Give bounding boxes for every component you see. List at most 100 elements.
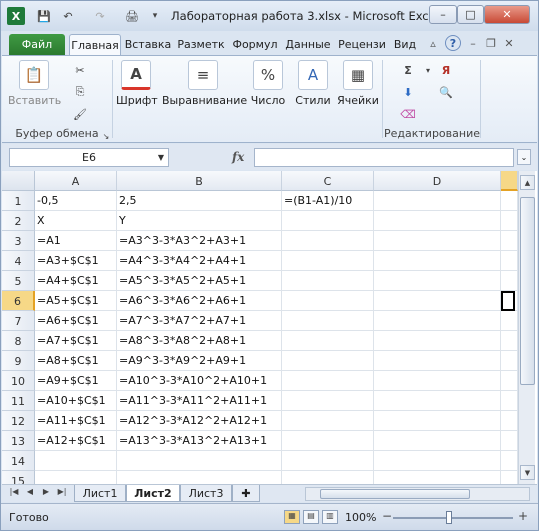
- row-header[interactable]: 9: [2, 351, 35, 371]
- cell-e14[interactable]: [501, 451, 518, 471]
- worksheet-grid[interactable]: A B C D 1 -0,5 2,5 =(B1-A1)/10 2 X Y 3 =A1 =A3^3-…: [2, 171, 537, 491]
- number-button[interactable]: % Число: [248, 60, 288, 107]
- cell-e9[interactable]: [501, 351, 518, 371]
- fill-icon[interactable]: ⬇: [400, 84, 416, 100]
- print-icon[interactable]: 🖨: [123, 7, 141, 25]
- insert-function-icon[interactable]: fx: [232, 150, 244, 164]
- row-header[interactable]: 13: [2, 431, 35, 451]
- column-header-d[interactable]: D: [374, 171, 501, 191]
- cell-b7[interactable]: =A7^3-3*A7^2+A7+1: [117, 311, 282, 331]
- cell-d2[interactable]: [374, 211, 501, 231]
- cell-d10[interactable]: [374, 371, 501, 391]
- cell-e3[interactable]: [501, 231, 518, 251]
- cell-e2[interactable]: [501, 211, 518, 231]
- cell-e4[interactable]: [501, 251, 518, 271]
- page-layout-view-icon[interactable]: ▤: [303, 510, 319, 524]
- tab-home[interactable]: Главная: [69, 34, 121, 55]
- cell-a3[interactable]: =A1: [35, 231, 117, 251]
- sheet-tab-2[interactable]: Лист2: [126, 485, 180, 502]
- cell-a13[interactable]: =A12+$C$1: [35, 431, 117, 451]
- name-box[interactable]: E6 ▼: [9, 148, 169, 167]
- row-header[interactable]: 6: [2, 291, 35, 311]
- vertical-scroll-thumb[interactable]: [520, 197, 535, 385]
- clear-icon[interactable]: ⌫: [400, 106, 416, 122]
- cell-d13[interactable]: [374, 431, 501, 451]
- cell-d5[interactable]: [374, 271, 501, 291]
- active-cell-e6[interactable]: [501, 291, 515, 311]
- row-header[interactable]: 11: [2, 391, 35, 411]
- cell-a2[interactable]: X: [35, 211, 117, 231]
- zoom-slider[interactable]: [393, 517, 513, 519]
- name-box-dropdown-icon[interactable]: ▼: [158, 153, 164, 162]
- zoom-slider-knob[interactable]: [446, 511, 452, 524]
- row-header[interactable]: 12: [2, 411, 35, 431]
- cell-a9[interactable]: =A8+$C$1: [35, 351, 117, 371]
- cell-d7[interactable]: [374, 311, 501, 331]
- maximize-button[interactable]: □: [457, 5, 484, 24]
- cell-d9[interactable]: [374, 351, 501, 371]
- sheet-tab-1[interactable]: Лист1: [74, 485, 126, 502]
- sheet-tab-3[interactable]: Лист3: [180, 485, 232, 502]
- cell-c9[interactable]: [282, 351, 374, 371]
- minimize-ribbon-icon[interactable]: ▵: [425, 35, 441, 51]
- first-sheet-icon[interactable]: |◀: [8, 487, 20, 500]
- cell-b10[interactable]: =A10^3-3*A10^2+A10+1: [117, 371, 282, 391]
- column-header-a[interactable]: A: [35, 171, 117, 191]
- cell-e12[interactable]: [501, 411, 518, 431]
- cell-d14[interactable]: [374, 451, 501, 471]
- cell-b4[interactable]: =A4^3-3*A4^2+A4+1: [117, 251, 282, 271]
- close-button[interactable]: ✕: [484, 5, 530, 24]
- cell-a5[interactable]: =A4+$C$1: [35, 271, 117, 291]
- last-sheet-icon[interactable]: ▶|: [56, 487, 68, 500]
- row-header[interactable]: 4: [2, 251, 35, 271]
- cell-b11[interactable]: =A11^3-3*A11^2+A11+1: [117, 391, 282, 411]
- scroll-up-icon[interactable]: ▲: [520, 175, 535, 190]
- cell-c4[interactable]: [282, 251, 374, 271]
- cell-b14[interactable]: [117, 451, 282, 471]
- cell-b12[interactable]: =A12^3-3*A12^2+A12+1: [117, 411, 282, 431]
- cell-d1[interactable]: [374, 191, 501, 211]
- cell-c5[interactable]: [282, 271, 374, 291]
- save-icon[interactable]: 💾: [35, 7, 53, 25]
- autosum-icon[interactable]: Σ: [400, 62, 416, 78]
- cell-e8[interactable]: [501, 331, 518, 351]
- next-sheet-icon[interactable]: ▶: [40, 487, 52, 500]
- cell-b3[interactable]: =A3^3-3*A3^2+A3+1: [117, 231, 282, 251]
- cell-c11[interactable]: [282, 391, 374, 411]
- zoom-level[interactable]: 100%: [345, 511, 376, 524]
- cell-a14[interactable]: [35, 451, 117, 471]
- minimize-button[interactable]: –: [429, 5, 457, 24]
- tab-view[interactable]: Вид: [391, 34, 419, 55]
- cell-d8[interactable]: [374, 331, 501, 351]
- workbook-restore-icon[interactable]: ❐: [483, 35, 499, 51]
- cells-button[interactable]: ▦ Ячейки: [336, 60, 380, 107]
- cell-c8[interactable]: [282, 331, 374, 351]
- alignment-button[interactable]: ≡ Выравнивание: [162, 60, 247, 107]
- autosum-dropdown-icon[interactable]: ▾: [420, 62, 436, 78]
- scroll-down-icon[interactable]: ▼: [520, 465, 535, 480]
- tab-insert[interactable]: Вставка: [123, 34, 173, 55]
- row-header[interactable]: 1: [2, 191, 35, 211]
- cell-a1[interactable]: -0,5: [35, 191, 117, 211]
- find-select-icon[interactable]: 🔍: [438, 84, 454, 100]
- tab-page-layout[interactable]: Разметк: [175, 34, 227, 55]
- cell-c1[interactable]: =(B1-A1)/10: [282, 191, 374, 211]
- cell-c7[interactable]: [282, 311, 374, 331]
- row-header[interactable]: 2: [2, 211, 35, 231]
- select-all-corner[interactable]: [2, 171, 35, 191]
- cell-d3[interactable]: [374, 231, 501, 251]
- page-break-view-icon[interactable]: ▥: [322, 510, 338, 524]
- row-header[interactable]: 7: [2, 311, 35, 331]
- cell-e5[interactable]: [501, 271, 518, 291]
- cell-a11[interactable]: =A10+$C$1: [35, 391, 117, 411]
- styles-button[interactable]: A Стили: [292, 60, 334, 107]
- expand-formula-bar-icon[interactable]: ⌄: [517, 149, 531, 165]
- column-header-b[interactable]: B: [117, 171, 282, 191]
- tab-formulas[interactable]: Формул: [229, 34, 281, 55]
- cell-d12[interactable]: [374, 411, 501, 431]
- cell-b1[interactable]: 2,5: [117, 191, 282, 211]
- workbook-minimize-icon[interactable]: –: [465, 35, 481, 51]
- cell-a12[interactable]: =A11+$C$1: [35, 411, 117, 431]
- row-header[interactable]: 5: [2, 271, 35, 291]
- cell-e13[interactable]: [501, 431, 518, 451]
